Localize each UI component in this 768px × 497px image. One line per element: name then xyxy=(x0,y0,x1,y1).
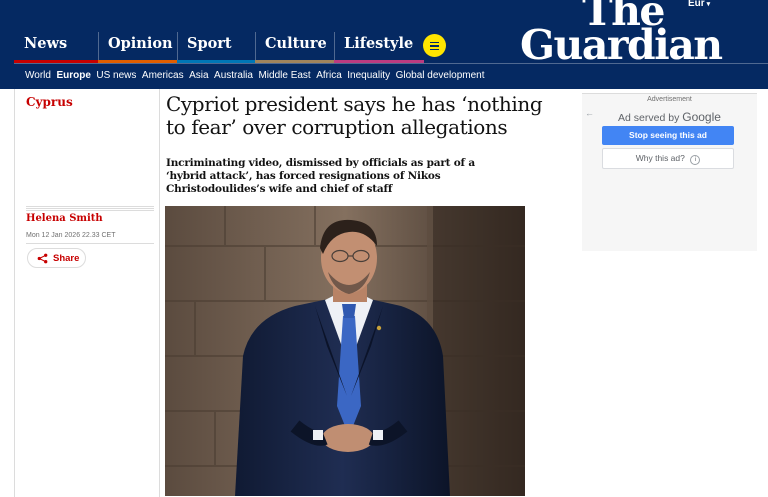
byline[interactable]: Helena Smith xyxy=(26,213,103,224)
share-icon xyxy=(37,253,48,264)
advertisement-slot: Advertisement ← Ad served by Google Stop… xyxy=(582,93,757,251)
dateline: Mon 12 Jan 2026 22.33 CET xyxy=(26,232,116,239)
article-headline: Cypriot president says he has ‘nothing t… xyxy=(166,92,543,139)
pillar-divider xyxy=(98,32,99,63)
subnav-us-news[interactable]: US news xyxy=(96,70,136,81)
pillar-opinion[interactable]: Opinion xyxy=(98,30,188,63)
subnav-global-development[interactable]: Global development xyxy=(396,70,485,81)
pillar-sport[interactable]: Sport xyxy=(177,30,265,63)
pillar-news-label: News xyxy=(24,35,68,52)
share-button[interactable]: Share xyxy=(27,248,86,268)
ad-served-prefix: Ad served by xyxy=(618,112,680,124)
pillar-divider xyxy=(255,32,256,63)
meta-divider xyxy=(26,206,154,211)
hamburger-icon-bar xyxy=(430,48,439,50)
ad-served-brand: Google xyxy=(682,110,721,124)
pillar-lifestyle-label: Lifestyle xyxy=(344,35,414,52)
president-portrait-photo xyxy=(165,206,525,496)
header-divider xyxy=(14,63,768,64)
subnav-europe[interactable]: Europe xyxy=(56,70,90,81)
stop-seeing-ad-button[interactable]: Stop seeing this ad xyxy=(602,126,734,145)
hamburger-icon xyxy=(430,41,439,43)
pillar-lifestyle[interactable]: Lifestyle xyxy=(334,30,424,63)
guardian-logo[interactable]: The Guardian xyxy=(520,0,723,69)
pillar-divider xyxy=(177,32,178,63)
pillar-culture[interactable]: Culture xyxy=(255,30,343,63)
masthead: Eur ▾ The Guardian News Opinion Sport Cul… xyxy=(0,0,768,89)
ad-served-by: Ad served by Google xyxy=(582,110,757,124)
subnav-australia[interactable]: Australia xyxy=(214,70,253,81)
share-label: Share xyxy=(53,253,80,264)
pillar-sport-label: Sport xyxy=(187,35,232,52)
subnav-asia[interactable]: Asia xyxy=(189,70,208,81)
info-icon: i xyxy=(690,155,701,165)
column-divider xyxy=(159,89,160,497)
article-main-image xyxy=(165,206,525,496)
subnav-africa[interactable]: Africa xyxy=(316,70,342,81)
article-standfirst: Incriminating video, dismissed by offici… xyxy=(166,157,475,195)
meta-divider xyxy=(26,243,154,244)
menu-button[interactable] xyxy=(423,34,446,57)
subnav-inequality[interactable]: Inequality xyxy=(347,70,390,81)
pillar-divider xyxy=(334,32,335,63)
column-divider xyxy=(14,89,15,497)
logo-line-2: Guardian xyxy=(520,21,723,69)
pillar-news[interactable]: News xyxy=(14,30,104,63)
pillar-opinion-label: Opinion xyxy=(108,35,173,52)
subnav-middle-east[interactable]: Middle East xyxy=(258,70,310,81)
hamburger-icon-bar xyxy=(430,45,439,47)
ad-label: Advertisement xyxy=(647,96,692,103)
subnav-americas[interactable]: Americas xyxy=(142,70,184,81)
subnav-world[interactable]: World xyxy=(25,70,51,81)
subnav: World Europe US news Americas Asia Australia M… xyxy=(25,70,490,81)
why-this-ad-label: Why this ad? xyxy=(635,153,685,163)
pillar-culture-label: Culture xyxy=(265,35,327,52)
section-label[interactable]: Cyprus xyxy=(26,95,73,109)
why-this-ad-button[interactable]: Why this ad? i xyxy=(602,148,734,169)
